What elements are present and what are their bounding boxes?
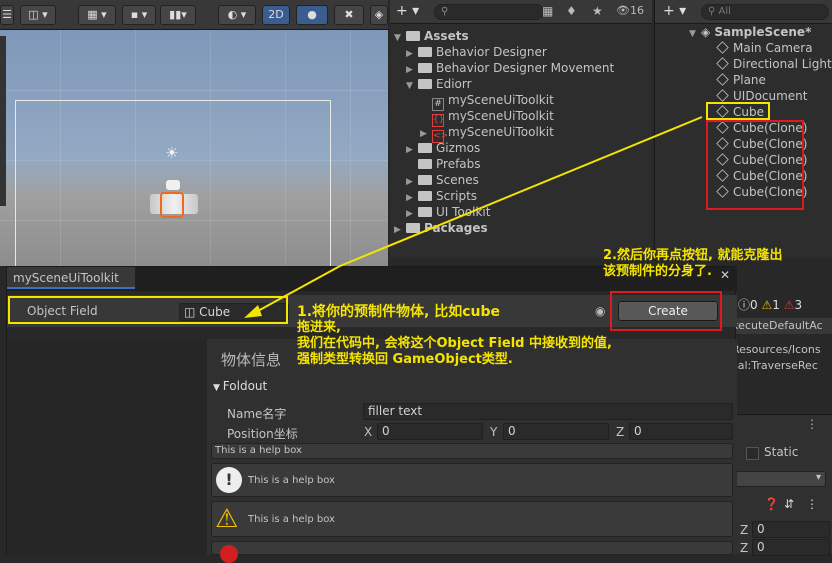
annotation-note-1: 1.将你的预制件物体, 比如cube 拖进来, 我们在代码中, 会将这个Obje… xyxy=(297,304,612,367)
annotation-note-2: 2.然后你再点按钮, 就能克隆出 该预制件的分身了. xyxy=(603,248,783,279)
close-icon[interactable]: ✕ xyxy=(720,268,730,282)
arrowhead-icon xyxy=(244,305,262,318)
arrow-cube-line xyxy=(339,116,703,267)
